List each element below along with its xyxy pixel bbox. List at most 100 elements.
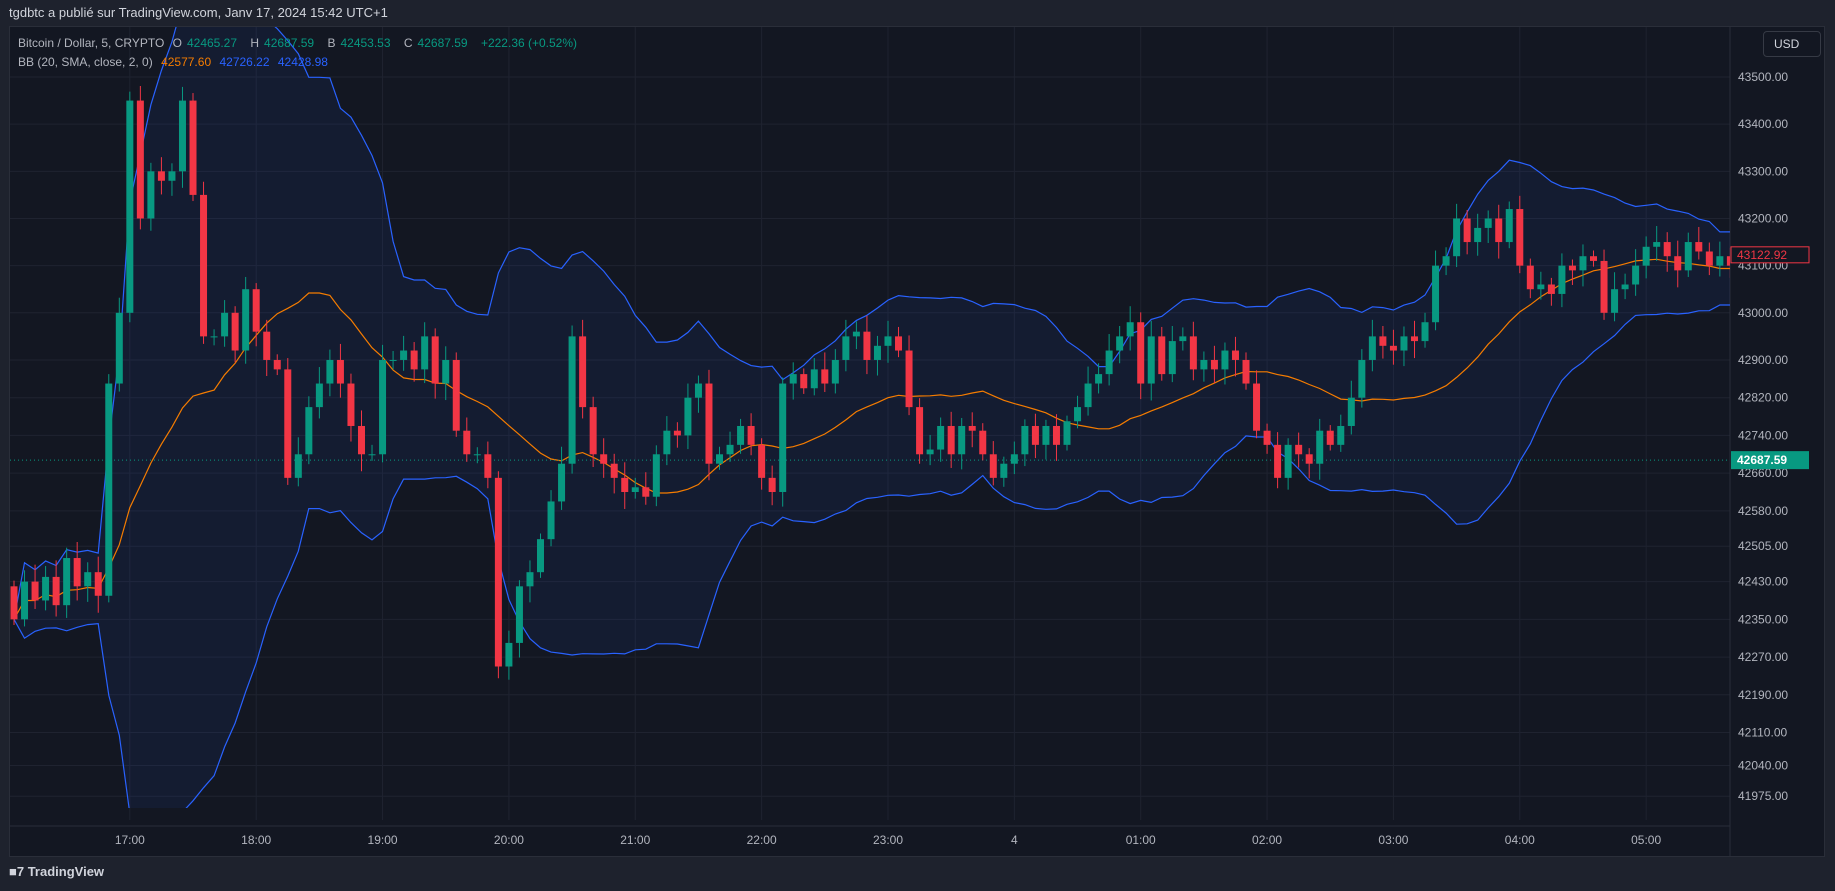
candle-up <box>1147 336 1155 384</box>
low-value: 42453.53 <box>340 36 391 50</box>
bb-title[interactable]: BB (20, SMA, close, 2, 0) <box>18 55 153 69</box>
candle-up <box>1400 336 1408 351</box>
bb-basis-value: 42577.60 <box>161 55 212 69</box>
candle-up <box>1579 256 1587 271</box>
candle-down <box>1326 430 1334 445</box>
candle-down <box>947 425 955 455</box>
candle-down <box>484 454 492 478</box>
candle-down <box>1463 218 1471 243</box>
candle-up <box>568 336 576 464</box>
candle-down <box>989 454 997 478</box>
candle-up <box>1010 454 1018 464</box>
symbol-title[interactable]: Bitcoin / Dollar, 5, CRYPTO <box>18 36 164 50</box>
price-tick-label: 42270.00 <box>1738 650 1788 664</box>
time-tick-label: 17:00 <box>115 833 145 847</box>
price-tick-label: 42350.00 <box>1738 612 1788 626</box>
bb-fill <box>14 27 1730 808</box>
candle-up <box>1368 336 1376 360</box>
candle-down <box>1263 430 1271 445</box>
time-tick-label: 22:00 <box>747 833 777 847</box>
candle-up <box>1442 256 1450 266</box>
time-tick-label: 05:00 <box>1631 833 1661 847</box>
candle-down <box>252 289 260 332</box>
tradingview-logo[interactable]: ■7 TradingView <box>9 864 104 879</box>
candle-up <box>115 312 123 384</box>
candle-up <box>1084 383 1092 408</box>
candle-down <box>1568 265 1576 271</box>
bb-lower-value: 42428.98 <box>277 55 328 69</box>
candle-up <box>368 454 376 456</box>
candle-down <box>705 383 713 464</box>
candle-up <box>1653 242 1661 247</box>
candle-down <box>1674 256 1682 271</box>
candle-up <box>884 336 892 346</box>
time-tick-label: 4 <box>1011 833 1018 847</box>
candle-up <box>1421 322 1429 342</box>
price-tick-label: 42190.00 <box>1738 688 1788 702</box>
candle-down <box>610 463 618 478</box>
price-tick-label: 42505.00 <box>1738 539 1788 553</box>
candle-up <box>831 359 839 384</box>
candle-down <box>579 336 587 408</box>
candle-up <box>84 572 92 587</box>
candle-up <box>852 331 860 337</box>
candle-up <box>1716 256 1724 266</box>
candle-up <box>210 336 218 338</box>
tv-logo-icon: ■7 <box>9 864 28 879</box>
candle-up <box>400 350 408 360</box>
candle-down <box>1600 260 1608 313</box>
candle-down <box>231 312 239 351</box>
candle-up <box>147 171 155 219</box>
plot-area <box>10 27 1730 808</box>
candle-up <box>1474 227 1482 243</box>
candle-up <box>1558 265 1566 294</box>
time-tick-label: 02:00 <box>1252 833 1282 847</box>
candle-up <box>1642 246 1650 266</box>
high-label: H <box>250 36 260 50</box>
candle-up <box>1105 350 1113 375</box>
price-tick-label: 42430.00 <box>1738 575 1788 589</box>
candle-down <box>157 171 165 181</box>
candle-up <box>1347 397 1355 426</box>
candle-up <box>1063 421 1071 445</box>
bb-upper-value: 42726.22 <box>219 55 270 69</box>
candle-up <box>379 359 387 455</box>
candle-up <box>168 171 176 181</box>
close-label: C <box>403 36 413 50</box>
candle-up <box>1168 341 1176 375</box>
candle-up <box>1126 322 1134 337</box>
last-price-label: 43122.92 <box>1737 248 1787 262</box>
close-value: 42687.59 <box>417 36 468 50</box>
price-tick-label: 42740.00 <box>1738 428 1788 442</box>
candle-down <box>1295 444 1303 455</box>
candle-down <box>357 425 365 455</box>
candle-down <box>968 425 976 431</box>
candle-up <box>873 345 881 360</box>
candle-down <box>589 407 597 455</box>
price-tick-label: 41975.00 <box>1738 789 1788 803</box>
candle-down <box>1410 336 1418 342</box>
candle-down <box>284 369 292 478</box>
candlestick-chart[interactable]: 43500.0043400.0043300.0043200.0043100.00… <box>0 0 1835 891</box>
open-value: 42465.27 <box>186 36 238 50</box>
candle-up <box>716 454 724 464</box>
time-tick-label: 19:00 <box>368 833 398 847</box>
candle-down <box>979 430 987 455</box>
price-tick-label: 43000.00 <box>1738 306 1788 320</box>
candle-up <box>1621 284 1629 290</box>
candle-up <box>178 100 186 172</box>
currency-button[interactable]: USD <box>1763 31 1821 57</box>
candle-down <box>1253 383 1261 431</box>
candle-up <box>505 642 513 667</box>
candle-down <box>463 430 471 455</box>
candle-down <box>347 383 355 426</box>
price-tick-label: 42900.00 <box>1738 353 1788 367</box>
candle-up <box>242 289 250 351</box>
candle-up <box>126 100 134 313</box>
candle-up <box>1221 350 1229 370</box>
candle-down <box>1189 336 1197 370</box>
candle-down <box>452 359 460 431</box>
candle-up <box>926 449 934 455</box>
price-tick-label: 42820.00 <box>1738 391 1788 405</box>
candle-down <box>189 100 197 195</box>
